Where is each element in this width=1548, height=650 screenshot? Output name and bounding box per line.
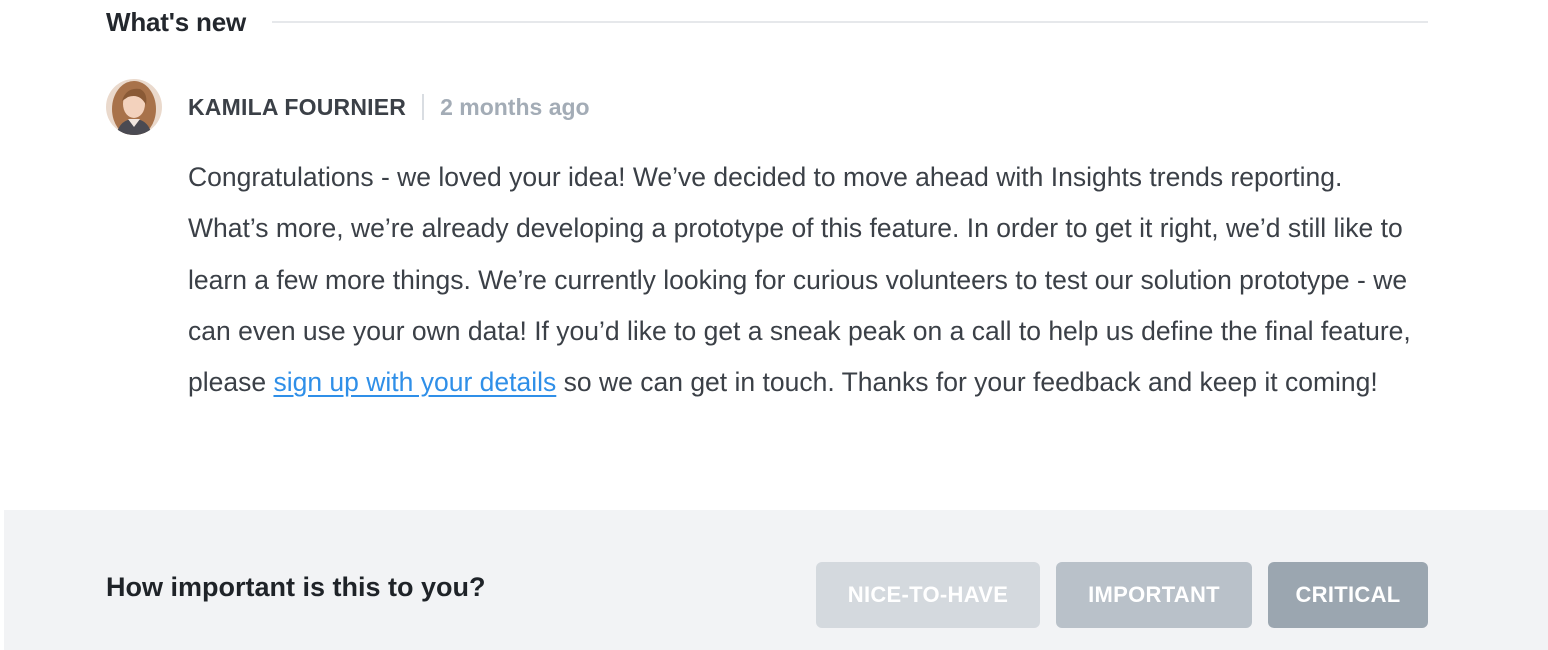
importance-rating-bar: How important is this to you? NICE-TO-HA… (4, 510, 1548, 650)
section-divider (271, 21, 1428, 23)
section-title: What's new (106, 6, 246, 37)
avatar (106, 79, 162, 135)
post-author-row: KAMILA FOURNIER 2 months ago (106, 78, 590, 136)
post-body-text-start: Congratulations - we loved your idea! We… (188, 162, 1411, 398)
nice-to-have-button[interactable]: NICE-TO-HAVE (816, 562, 1040, 628)
post-body: Congratulations - we loved your idea! We… (188, 152, 1418, 408)
critical-button[interactable]: CRITICAL (1268, 562, 1428, 628)
rating-question: How important is this to you? (106, 572, 486, 602)
post-body-text-end: so we can get in touch. Thanks for your … (556, 367, 1378, 398)
avatar-image (106, 79, 162, 135)
section-header: What's new (106, 0, 1428, 44)
important-button[interactable]: IMPORTANT (1056, 562, 1252, 628)
meta-separator (422, 94, 425, 120)
whats-new-page: What's new KAMILA FOURNIER 2 months ago … (0, 0, 1548, 650)
signup-link[interactable]: sign up with your details (273, 367, 556, 397)
author-name: KAMILA FOURNIER (188, 93, 407, 120)
post-timestamp: 2 months ago (440, 93, 590, 120)
